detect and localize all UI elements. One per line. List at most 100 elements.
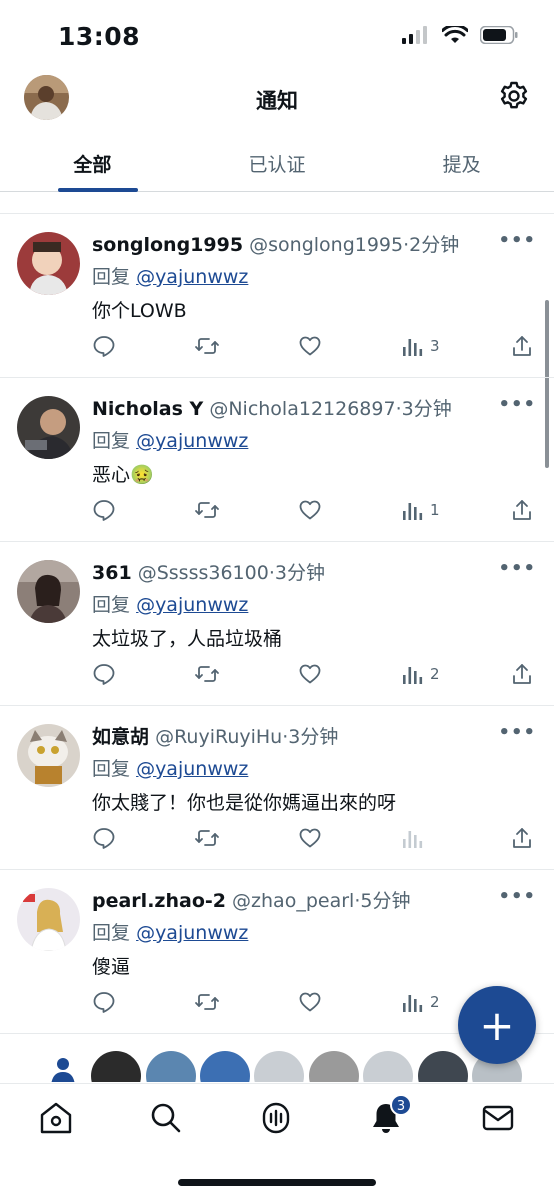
- nav-search[interactable]: [148, 1100, 184, 1136]
- reply-mention-link[interactable]: @yajunwwz: [136, 430, 248, 452]
- avatar[interactable]: [17, 888, 80, 951]
- page-title: 通知: [256, 89, 298, 113]
- user-name[interactable]: songlong1995: [92, 234, 243, 256]
- reply-prefix: 回复: [92, 430, 131, 452]
- spaces-icon: [262, 1102, 290, 1134]
- reply-mention-link[interactable]: @yajunwwz: [136, 266, 248, 288]
- action-bar: 1: [92, 498, 542, 526]
- more-options-button[interactable]: •••: [498, 558, 536, 579]
- reply-prefix: 回复: [92, 758, 131, 780]
- mail-icon: [482, 1105, 514, 1131]
- battery-icon: [480, 26, 518, 44]
- avatar[interactable]: [17, 560, 80, 623]
- user-name[interactable]: pearl.zhao-2: [92, 890, 226, 912]
- notification-count-badge: 3: [390, 1094, 412, 1116]
- avatar[interactable]: [17, 232, 80, 295]
- settings-button[interactable]: [498, 80, 530, 112]
- user-name[interactable]: 如意胡: [92, 726, 149, 748]
- retweet-button[interactable]: [194, 662, 220, 686]
- nav-home[interactable]: [38, 1100, 74, 1136]
- notification-item[interactable]: 361 @Sssss36100·3分钟 ••• 回复 @yajunwwz 太垃圾…: [0, 542, 554, 706]
- avatar[interactable]: [146, 1051, 196, 1082]
- reply-icon: [93, 336, 115, 357]
- views-button[interactable]: 1: [402, 498, 440, 522]
- gear-icon: [500, 81, 528, 109]
- views-count: 2: [430, 993, 440, 1011]
- retweet-button[interactable]: [194, 498, 220, 522]
- heart-icon: [299, 500, 321, 520]
- retweet-button[interactable]: [194, 826, 220, 850]
- tab-verified[interactable]: 已认证: [185, 130, 370, 191]
- notification-header: 如意胡 @RuyiRuyiHu·3分钟: [92, 722, 338, 749]
- avatar[interactable]: [254, 1051, 304, 1082]
- heart-icon: [299, 336, 321, 356]
- like-button[interactable]: [298, 990, 322, 1014]
- action-bar: 3: [92, 334, 542, 362]
- nav-spaces[interactable]: [258, 1100, 294, 1136]
- retweet-button[interactable]: [194, 990, 220, 1014]
- nav-messages[interactable]: [480, 1100, 516, 1136]
- reply-context: 回复 @yajunwwz: [92, 590, 248, 617]
- avatar[interactable]: [17, 724, 80, 787]
- avatar[interactable]: [91, 1051, 141, 1082]
- compose-button[interactable]: +: [458, 986, 536, 1064]
- more-options-button[interactable]: •••: [498, 230, 536, 251]
- retweet-icon: [195, 830, 219, 846]
- notification-header: Nicholas Y @Nichola12126897·3分钟: [92, 394, 452, 421]
- reply-button[interactable]: [92, 826, 116, 850]
- avatar[interactable]: [200, 1051, 250, 1082]
- reply-prefix: 回复: [92, 594, 131, 616]
- reply-mention-link[interactable]: @yajunwwz: [136, 922, 248, 944]
- reply-button[interactable]: [92, 990, 116, 1014]
- like-button[interactable]: [298, 826, 322, 850]
- share-button[interactable]: [510, 498, 534, 522]
- share-button[interactable]: [510, 826, 534, 850]
- user-name[interactable]: Nicholas Y: [92, 398, 203, 420]
- views-icon: [403, 995, 423, 1012]
- more-options-button[interactable]: •••: [498, 394, 536, 415]
- reply-mention-link[interactable]: @yajunwwz: [136, 758, 248, 780]
- tab-all[interactable]: 全部: [0, 130, 185, 191]
- retweet-icon: [195, 994, 219, 1010]
- views-icon: [403, 831, 423, 848]
- like-button[interactable]: [298, 662, 322, 686]
- avatar[interactable]: [418, 1051, 468, 1082]
- retweet-icon: [195, 502, 219, 518]
- views-count: 3: [430, 337, 440, 355]
- views-button[interactable]: [402, 826, 430, 850]
- user-handle: @songlong1995: [249, 234, 404, 256]
- avatar[interactable]: [17, 396, 80, 459]
- notification-item[interactable]: Nicholas Y @Nichola12126897·3分钟 ••• 回复 @…: [0, 378, 554, 542]
- tab-mentions[interactable]: 提及: [369, 130, 554, 191]
- share-icon: [513, 500, 531, 520]
- status-icons: [402, 26, 518, 44]
- reply-button[interactable]: [92, 662, 116, 686]
- reply-button[interactable]: [92, 334, 116, 358]
- notification-item[interactable]: songlong1995 @songlong1995·2分钟 ••• 回复 @y…: [0, 214, 554, 378]
- reply-button[interactable]: [92, 498, 116, 522]
- share-button[interactable]: [510, 662, 534, 686]
- reply-text: 恶心🤢: [92, 464, 154, 486]
- reply-icon: [93, 664, 115, 685]
- share-icon: [513, 336, 531, 356]
- user-name[interactable]: 361: [92, 562, 132, 584]
- like-button[interactable]: [298, 334, 322, 358]
- views-button[interactable]: 2: [402, 662, 440, 686]
- more-options-button[interactable]: •••: [498, 886, 536, 907]
- post-time: ·3分钟: [282, 726, 339, 748]
- views-button[interactable]: 3: [402, 334, 440, 358]
- nav-notifications[interactable]: 3: [368, 1094, 412, 1136]
- action-bar: [92, 826, 542, 854]
- avatar[interactable]: [363, 1051, 413, 1082]
- reply-mention-link[interactable]: @yajunwwz: [136, 594, 248, 616]
- home-icon: [40, 1102, 72, 1134]
- like-button[interactable]: [298, 498, 322, 522]
- heart-icon: [299, 992, 321, 1012]
- share-button[interactable]: [510, 334, 534, 358]
- avatar[interactable]: [309, 1051, 359, 1082]
- more-options-button[interactable]: •••: [498, 722, 536, 743]
- retweet-button[interactable]: [194, 334, 220, 358]
- notification-item[interactable]: 如意胡 @RuyiRuyiHu·3分钟 ••• 回复 @yajunwwz 你太賤…: [0, 706, 554, 870]
- views-button[interactable]: 2: [402, 990, 440, 1014]
- share-icon: [513, 828, 531, 848]
